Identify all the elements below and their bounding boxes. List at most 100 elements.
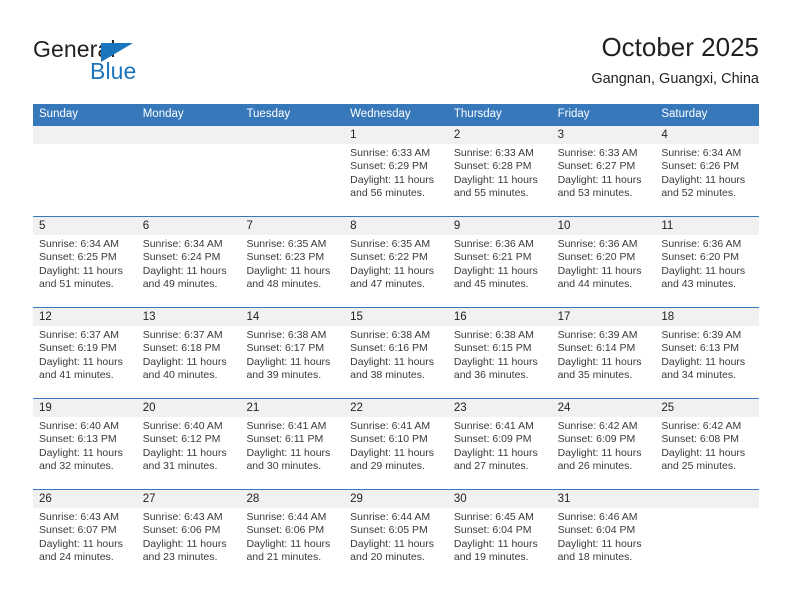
sunrise-text: Sunrise: 6:45 AM bbox=[453, 511, 534, 523]
day-cell[interactable]: Sunrise: 6:41 AM Sunset: 6:09 PM Dayligh… bbox=[448, 417, 552, 489]
daylight-text-line2: and 47 minutes. bbox=[350, 278, 425, 291]
sunset-text: Sunset: 6:20 PM bbox=[557, 251, 636, 264]
daylight-text-line1: Daylight: 11 hours bbox=[39, 264, 123, 277]
weekday-header-wednesday: Wednesday bbox=[350, 108, 411, 120]
day-cell[interactable]: Sunrise: 6:34 AM Sunset: 6:24 PM Dayligh… bbox=[137, 235, 241, 307]
daylight-text-line2: and 44 minutes. bbox=[557, 278, 633, 291]
day-cell[interactable]: Sunrise: 6:33 AM Sunset: 6:27 PM Dayligh… bbox=[552, 144, 656, 216]
week-date-band: 5 6 7 8 9 10 11 bbox=[33, 217, 759, 235]
daylight-text-line2: and 23 minutes. bbox=[142, 551, 218, 564]
day-number: 26 bbox=[39, 493, 52, 505]
day-cell[interactable]: Sunrise: 6:42 AM Sunset: 6:08 PM Dayligh… bbox=[655, 417, 759, 489]
sunset-text: Sunset: 6:22 PM bbox=[350, 251, 428, 264]
day-cell[interactable]: Sunrise: 6:34 AM Sunset: 6:25 PM Dayligh… bbox=[33, 235, 137, 307]
day-cell[interactable]: Sunrise: 6:46 AM Sunset: 6:04 PM Dayligh… bbox=[552, 508, 656, 580]
sunset-text: Sunset: 6:21 PM bbox=[453, 251, 532, 264]
day-cell[interactable]: Sunrise: 6:37 AM Sunset: 6:19 PM Dayligh… bbox=[33, 326, 137, 398]
day-cell[interactable] bbox=[240, 144, 344, 216]
day-cell[interactable]: Sunrise: 6:36 AM Sunset: 6:20 PM Dayligh… bbox=[552, 235, 656, 307]
sunrise-text: Sunrise: 6:43 AM bbox=[142, 511, 223, 523]
day-cell[interactable] bbox=[33, 144, 137, 216]
daylight-text-line1: Daylight: 11 hours bbox=[453, 264, 538, 277]
day-cell[interactable]: Sunrise: 6:35 AM Sunset: 6:22 PM Dayligh… bbox=[344, 235, 448, 307]
weekday-header-row: Sunday Monday Tuesday Wednesday Thursday… bbox=[33, 104, 759, 125]
day-cell[interactable]: Sunrise: 6:35 AM Sunset: 6:23 PM Dayligh… bbox=[240, 235, 344, 307]
day-cell[interactable]: Sunrise: 6:43 AM Sunset: 6:06 PM Dayligh… bbox=[137, 508, 241, 580]
daylight-text-line2: and 55 minutes. bbox=[453, 187, 529, 200]
day-cell[interactable] bbox=[137, 144, 241, 216]
daylight-text-line1: Daylight: 11 hours bbox=[557, 264, 642, 277]
weekday-header-friday: Friday bbox=[557, 108, 590, 120]
day-number: 2 bbox=[453, 129, 461, 141]
sunset-text: Sunset: 6:25 PM bbox=[39, 251, 117, 264]
daylight-text-line2: and 35 minutes. bbox=[557, 369, 633, 382]
sunrise-text: Sunrise: 6:38 AM bbox=[350, 329, 431, 341]
day-cell[interactable]: Sunrise: 6:41 AM Sunset: 6:11 PM Dayligh… bbox=[240, 417, 344, 489]
day-cell[interactable]: Sunrise: 6:37 AM Sunset: 6:18 PM Dayligh… bbox=[137, 326, 241, 398]
sunrise-text: Sunrise: 6:36 AM bbox=[453, 238, 534, 250]
day-number bbox=[137, 126, 241, 144]
day-cell[interactable]: Sunrise: 6:38 AM Sunset: 6:15 PM Dayligh… bbox=[448, 326, 552, 398]
day-cell[interactable]: Sunrise: 6:40 AM Sunset: 6:12 PM Dayligh… bbox=[137, 417, 241, 489]
sunrise-text: Sunrise: 6:46 AM bbox=[557, 511, 638, 523]
day-number: 13 bbox=[142, 311, 156, 323]
calendar-page: General Blue October 2025 Gangnan, Guang… bbox=[0, 0, 792, 612]
daylight-text-line1: Daylight: 11 hours bbox=[661, 355, 746, 368]
sunset-text: Sunset: 6:15 PM bbox=[453, 342, 532, 355]
day-cell[interactable]: Sunrise: 6:38 AM Sunset: 6:16 PM Dayligh… bbox=[344, 326, 448, 398]
day-cell[interactable]: Sunrise: 6:42 AM Sunset: 6:09 PM Dayligh… bbox=[552, 417, 656, 489]
day-cell[interactable]: Sunrise: 6:36 AM Sunset: 6:21 PM Dayligh… bbox=[448, 235, 552, 307]
calendar-week-row: 26 27 28 29 30 31 Sunrise: 6:43 AM Sunse… bbox=[33, 489, 759, 580]
day-number: 22 bbox=[350, 402, 363, 414]
daylight-text-line1: Daylight: 11 hours bbox=[350, 355, 435, 368]
day-cell[interactable]: Sunrise: 6:39 AM Sunset: 6:13 PM Dayligh… bbox=[655, 326, 759, 398]
day-number: 31 bbox=[557, 493, 571, 505]
day-cell[interactable]: Sunrise: 6:36 AM Sunset: 6:20 PM Dayligh… bbox=[655, 235, 759, 307]
day-cell[interactable]: Sunrise: 6:41 AM Sunset: 6:10 PM Dayligh… bbox=[344, 417, 448, 489]
day-cell[interactable]: Sunrise: 6:44 AM Sunset: 6:05 PM Dayligh… bbox=[344, 508, 448, 580]
day-number bbox=[655, 490, 759, 508]
day-number: 3 bbox=[557, 129, 564, 141]
sunrise-text: Sunrise: 6:34 AM bbox=[661, 147, 742, 159]
sunset-text: Sunset: 6:07 PM bbox=[39, 524, 117, 537]
sunrise-text: Sunrise: 6:33 AM bbox=[453, 147, 534, 159]
week-date-band: 1 2 3 4 bbox=[33, 126, 759, 144]
sunset-text: Sunset: 6:20 PM bbox=[661, 251, 739, 264]
daylight-text-line2: and 56 minutes. bbox=[350, 187, 425, 200]
sunrise-text: Sunrise: 6:39 AM bbox=[557, 329, 638, 341]
sunrise-text: Sunrise: 6:37 AM bbox=[39, 329, 119, 341]
daylight-text-line1: Daylight: 11 hours bbox=[350, 537, 435, 550]
day-number: 21 bbox=[246, 402, 260, 414]
daylight-text-line1: Daylight: 11 hours bbox=[453, 537, 538, 550]
day-number: 17 bbox=[557, 311, 571, 323]
daylight-text-line2: and 48 minutes. bbox=[246, 278, 322, 291]
day-cell[interactable]: Sunrise: 6:43 AM Sunset: 6:07 PM Dayligh… bbox=[33, 508, 137, 580]
daylight-text-line1: Daylight: 11 hours bbox=[661, 264, 746, 277]
week-detail-row: Sunrise: 6:37 AM Sunset: 6:19 PM Dayligh… bbox=[33, 326, 759, 398]
day-cell[interactable] bbox=[655, 508, 759, 580]
day-number: 9 bbox=[453, 220, 461, 232]
daylight-text-line1: Daylight: 11 hours bbox=[350, 173, 435, 186]
sunset-text: Sunset: 6:23 PM bbox=[246, 251, 325, 264]
sunrise-text: Sunrise: 6:37 AM bbox=[142, 329, 223, 341]
page-subtitle: Gangnan, Guangxi, China bbox=[591, 71, 759, 87]
day-cell[interactable]: Sunrise: 6:34 AM Sunset: 6:26 PM Dayligh… bbox=[655, 144, 759, 216]
daylight-text-line1: Daylight: 11 hours bbox=[557, 173, 642, 186]
day-cell[interactable]: Sunrise: 6:39 AM Sunset: 6:14 PM Dayligh… bbox=[552, 326, 656, 398]
day-cell[interactable]: Sunrise: 6:33 AM Sunset: 6:28 PM Dayligh… bbox=[448, 144, 552, 216]
daylight-text-line1: Daylight: 11 hours bbox=[142, 264, 227, 277]
general-blue-logo[interactable]: General Blue bbox=[33, 36, 223, 88]
sunrise-text: Sunrise: 6:40 AM bbox=[142, 420, 223, 432]
sunrise-text: Sunrise: 6:34 AM bbox=[142, 238, 223, 250]
day-cell[interactable]: Sunrise: 6:38 AM Sunset: 6:17 PM Dayligh… bbox=[240, 326, 344, 398]
day-cell[interactable]: Sunrise: 6:33 AM Sunset: 6:29 PM Dayligh… bbox=[344, 144, 448, 216]
sunrise-text: Sunrise: 6:41 AM bbox=[453, 420, 534, 432]
sunrise-text: Sunrise: 6:44 AM bbox=[246, 511, 327, 523]
day-number: 20 bbox=[142, 402, 156, 414]
day-cell[interactable]: Sunrise: 6:44 AM Sunset: 6:06 PM Dayligh… bbox=[240, 508, 344, 580]
day-cell[interactable]: Sunrise: 6:45 AM Sunset: 6:04 PM Dayligh… bbox=[448, 508, 552, 580]
week-detail-row: Sunrise: 6:40 AM Sunset: 6:13 PM Dayligh… bbox=[33, 417, 759, 489]
daylight-text-line1: Daylight: 11 hours bbox=[142, 355, 227, 368]
day-cell[interactable]: Sunrise: 6:40 AM Sunset: 6:13 PM Dayligh… bbox=[33, 417, 137, 489]
daylight-text-line2: and 45 minutes. bbox=[453, 278, 529, 291]
